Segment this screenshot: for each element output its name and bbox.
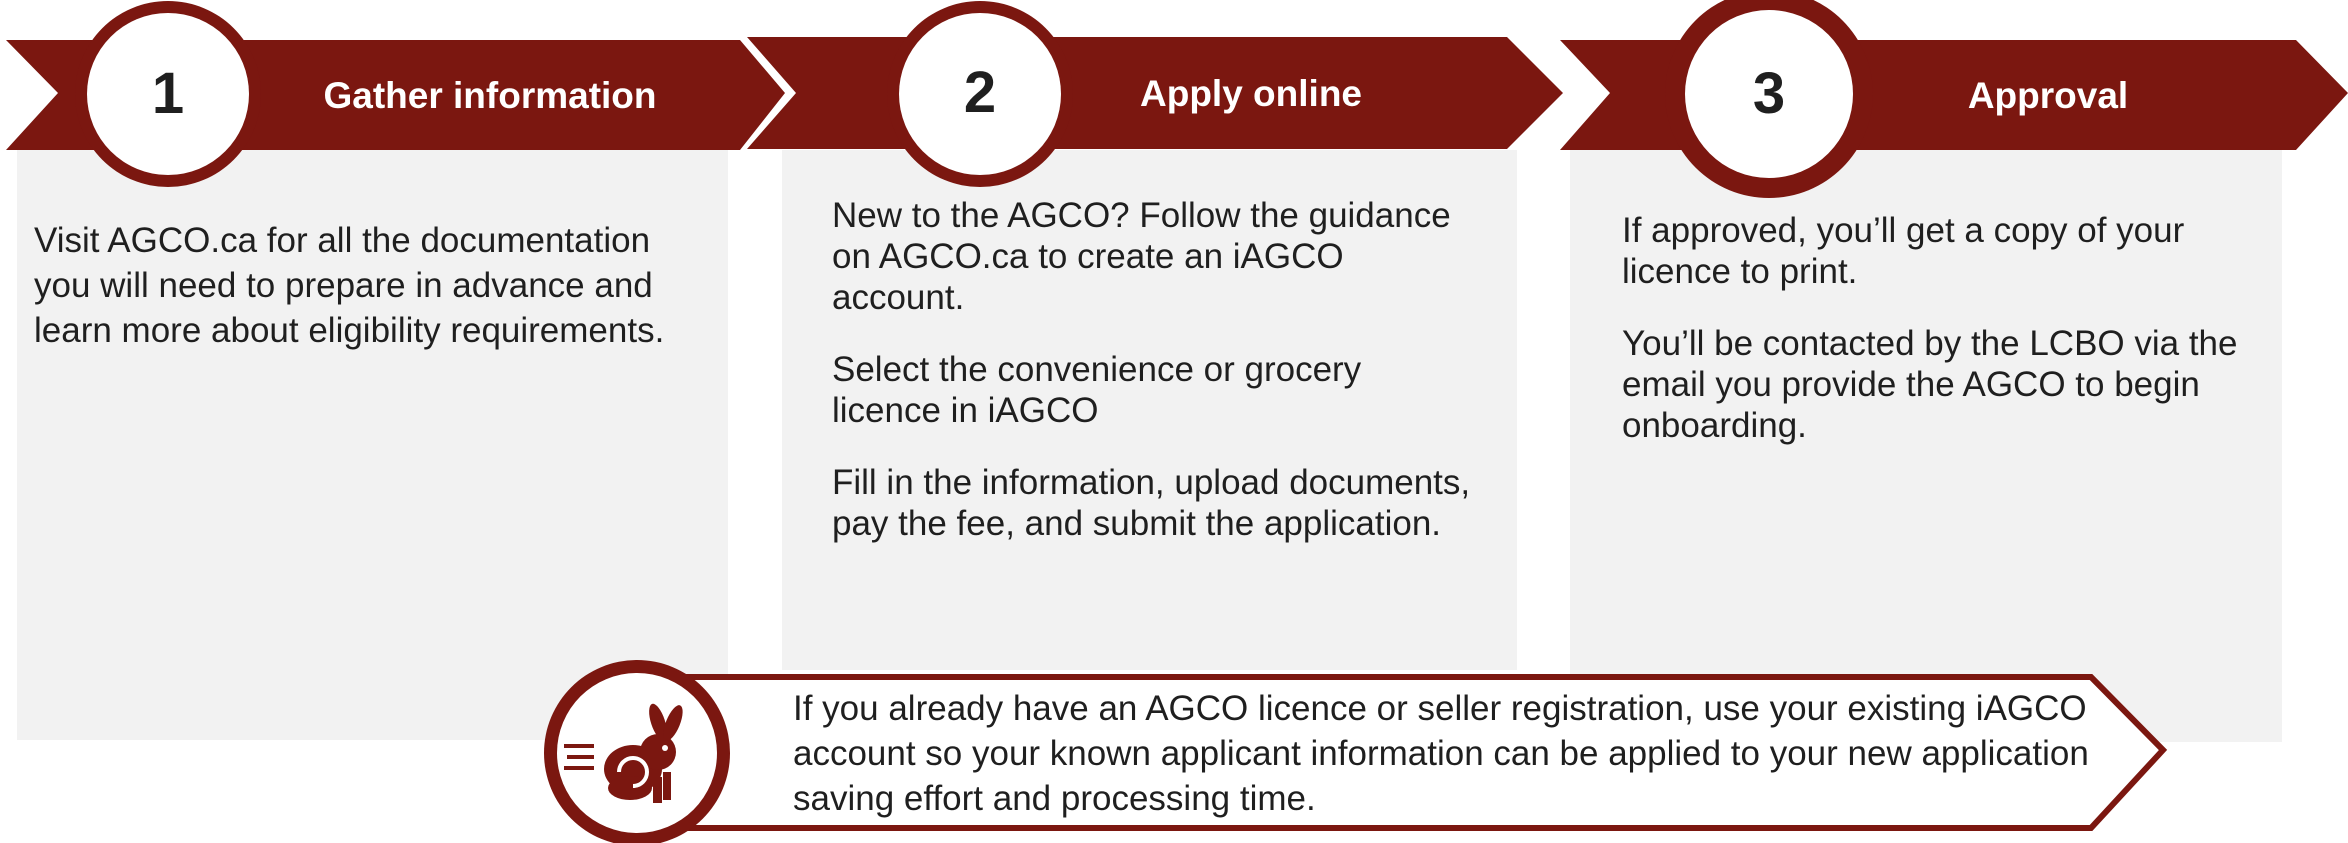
step-2-paragraph-1: New to the AGCO? Follow the guidance on … (832, 196, 1451, 317)
step-2-panel: New to the AGCO? Follow the guidance on … (782, 150, 1517, 670)
step-2-number: 2 (963, 60, 997, 125)
step-1-number: 1 (151, 61, 185, 126)
step-1-title: Gather information (323, 75, 657, 116)
step-2-title: Apply online (1140, 73, 1362, 114)
step-3-description: If approved, you’ll get a copy of your l… (1622, 210, 2262, 477)
step-3-title: Approval (1967, 75, 2129, 116)
step-2-paragraph-2: Select the convenience or grocery licenc… (832, 350, 1362, 430)
step-1-paragraph: Visit AGCO.ca for all the documentation … (34, 221, 665, 350)
step-1-description: Visit AGCO.ca for all the documentation … (34, 218, 674, 384)
step-2-paragraph-3: Fill in the information, upload document… (832, 463, 1471, 543)
step-3-number: 3 (1752, 61, 1786, 126)
step-1-panel: Visit AGCO.ca for all the documentation … (17, 150, 728, 740)
step-3-paragraph-1: If approved, you’ll get a copy of your l… (1622, 211, 2185, 291)
step-2-description: New to the AGCO? Follow the guidance on … (832, 195, 1472, 575)
step-3-paragraph-2: You’ll be contacted by the LCBO via the … (1622, 324, 2238, 445)
step-3-panel: If approved, you’ll get a copy of your l… (1570, 150, 2282, 742)
note-text: If you already have an AGCO licence or s… (793, 689, 2089, 818)
